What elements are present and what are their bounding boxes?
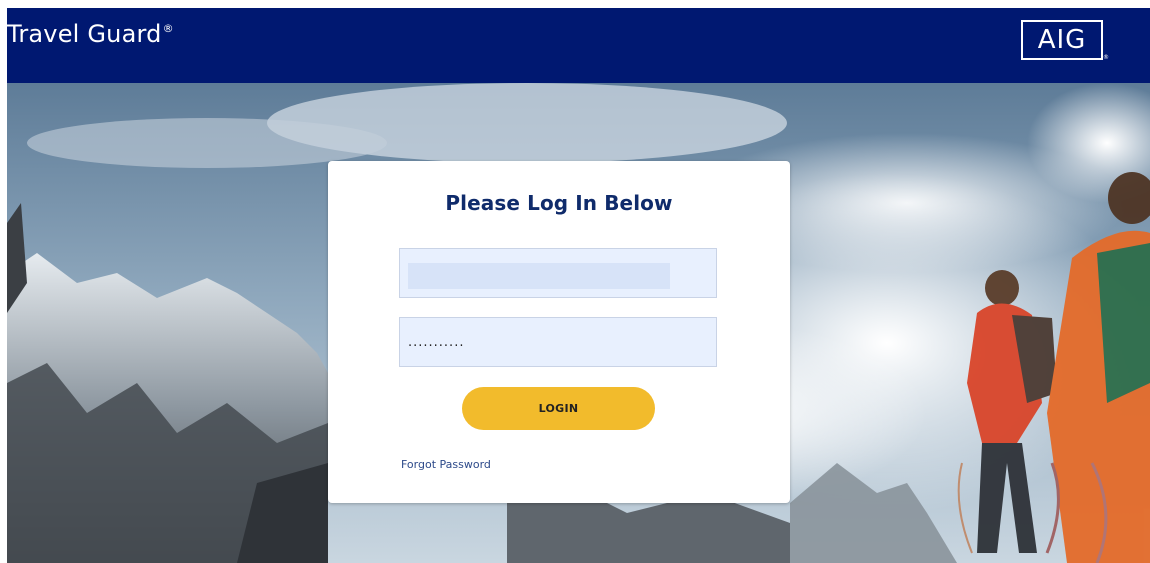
page: Travel Guard® AIG ® Please Log In Below … [7, 8, 1150, 563]
aig-registered-mark: ® [1103, 54, 1109, 61]
site-header: Travel Guard® AIG ® [7, 8, 1150, 83]
login-title: Please Log In Below [445, 191, 673, 215]
password-input[interactable] [399, 317, 717, 367]
redacted-username [408, 263, 670, 289]
forgot-password-link[interactable]: Forgot Password [401, 458, 491, 471]
registered-mark: ® [162, 22, 174, 35]
brand-name: Travel Guard [7, 20, 162, 48]
aig-logo[interactable]: AIG [1021, 20, 1103, 60]
login-card: Please Log In Below LOGIN Forgot Passwor… [328, 161, 790, 503]
login-button[interactable]: LOGIN [462, 387, 655, 430]
travel-guard-logo[interactable]: Travel Guard® [7, 20, 174, 48]
